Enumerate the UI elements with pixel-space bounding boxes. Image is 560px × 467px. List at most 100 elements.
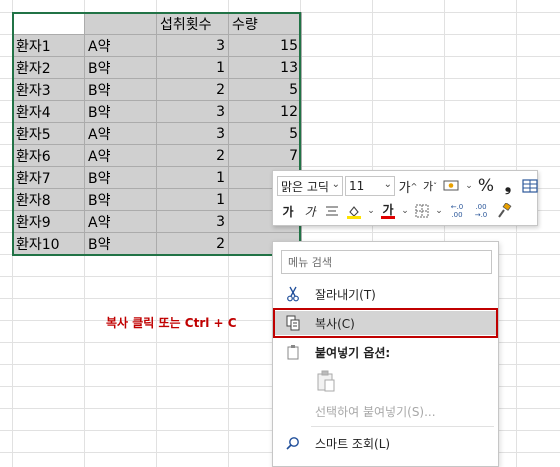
cell-drug[interactable]: B약	[84, 56, 157, 79]
header-cell-empty[interactable]	[12, 12, 85, 35]
table-header-row: 섭취횟수 수량	[12, 12, 302, 35]
paste-button[interactable]	[313, 368, 339, 394]
cell-quantity[interactable]: 5	[228, 78, 302, 101]
cell-drug[interactable]: B약	[84, 78, 157, 101]
menu-item-paste-special[interactable]: 선택하여 붙여넣기(S)...	[275, 399, 498, 423]
cell-drug[interactable]: A약	[84, 144, 157, 167]
cell-patient[interactable]: 환자7	[12, 166, 85, 189]
percent-style-button[interactable]: %	[475, 176, 497, 196]
cell-quantity[interactable]: 5	[228, 122, 302, 145]
menu-item-paste-options: 붙여넣기 옵션:	[275, 340, 498, 364]
cell-quantity[interactable]: 15	[228, 34, 302, 57]
menu-item-copy[interactable]: 복사(C)	[275, 311, 498, 335]
fill-color-button[interactable]	[343, 201, 365, 221]
cell-patient[interactable]: 환자6	[12, 144, 85, 167]
fill-color-swatch	[347, 216, 361, 219]
clipboard-paste-icon	[317, 370, 335, 392]
increase-decimal-button[interactable]: .00 →.0	[469, 201, 493, 221]
chevron-down-icon: ⌄	[331, 179, 340, 190]
italic-button[interactable]: 가	[299, 201, 321, 221]
cell-patient[interactable]: 환자3	[12, 78, 85, 101]
font-color-button[interactable]: 가	[377, 201, 399, 221]
accounting-format-button[interactable]	[441, 176, 463, 196]
menu-item-label: 선택하여 붙여넣기(S)...	[315, 404, 436, 419]
cell-drug[interactable]: B약	[84, 100, 157, 123]
cell-quantity[interactable]: 12	[228, 100, 302, 123]
table-row: 환자5 A약 3 5	[12, 122, 302, 145]
cell-intake[interactable]: 2	[156, 232, 229, 255]
font-size-combo[interactable]: 11 ⌄	[345, 176, 395, 196]
cell-quantity[interactable]: 7	[228, 144, 302, 167]
instruction-annotation: 복사 클릭 또는 Ctrl + C	[106, 316, 237, 330]
data-table: 섭취횟수 수량 환자1 A약 3 15 환자2 B약 1 13 환자3 B약 2…	[12, 12, 302, 255]
menu-item-label: 잘라내기(T)	[315, 287, 376, 302]
table-row: 환자2 B약 1 13	[12, 56, 302, 79]
cell-intake[interactable]: 3	[156, 122, 229, 145]
currency-icon	[443, 180, 459, 191]
borders-dropdown[interactable]: ⌄	[433, 201, 445, 221]
borders-button[interactable]	[411, 201, 433, 221]
cell-intake[interactable]: 2	[156, 144, 229, 167]
cell-intake[interactable]: 1	[156, 188, 229, 211]
font-size-value: 11	[349, 179, 365, 193]
comma-style-button[interactable]: ❟	[497, 176, 519, 196]
shrink-font-button[interactable]: 가ˇ	[419, 176, 441, 196]
menu-search-input[interactable]: 메뉴 검색	[281, 250, 492, 274]
magnifier-icon	[275, 431, 311, 455]
font-color-dropdown[interactable]: ⌄	[399, 201, 411, 221]
cell-quantity[interactable]: 13	[228, 56, 302, 79]
font-color-swatch	[381, 216, 395, 219]
cell-patient[interactable]: 환자5	[12, 122, 85, 145]
table-row: 환자4 B약 3 12	[12, 100, 302, 123]
cell-patient[interactable]: 환자8	[12, 188, 85, 211]
table-format-icon	[522, 179, 538, 193]
decrease-decimal-button[interactable]: ←.0 .00	[445, 201, 469, 221]
bold-button[interactable]: 가	[277, 201, 299, 221]
font-name-combo[interactable]: 맑은 고딕 ⌄	[277, 176, 343, 196]
format-as-table-button[interactable]	[519, 176, 541, 196]
menu-item-label: 스마트 조회(L)	[315, 436, 391, 451]
menu-item-cut[interactable]: 잘라내기(T)	[275, 282, 498, 306]
table-row: 환자10 B약 2	[12, 232, 302, 255]
cell-intake[interactable]: 1	[156, 166, 229, 189]
cell-intake[interactable]: 2	[156, 78, 229, 101]
copy-icon	[275, 311, 311, 335]
table-row: 환자9 A약 3	[12, 210, 302, 233]
cell-drug[interactable]: B약	[84, 232, 157, 255]
table-row: 환자1 A약 3 15	[12, 34, 302, 57]
cell-patient[interactable]: 환자4	[12, 100, 85, 123]
align-center-button[interactable]	[321, 201, 343, 221]
chevron-down-icon: ⌄	[383, 179, 392, 190]
align-center-icon	[326, 206, 338, 216]
scissors-icon	[275, 282, 311, 306]
header-cell-drug[interactable]	[84, 12, 157, 35]
cell-intake[interactable]: 1	[156, 56, 229, 79]
grow-font-button[interactable]: 가 ^	[397, 176, 419, 196]
cell-drug[interactable]: A약	[84, 34, 157, 57]
menu-search-placeholder: 메뉴 검색	[288, 256, 332, 269]
cell-intake[interactable]: 3	[156, 210, 229, 233]
cell-drug[interactable]: A약	[84, 210, 157, 233]
cell-intake[interactable]: 3	[156, 100, 229, 123]
blank-icon	[275, 399, 311, 423]
cell-drug[interactable]: A약	[84, 122, 157, 145]
cell-drug[interactable]: B약	[84, 166, 157, 189]
cell-drug[interactable]: B약	[84, 188, 157, 211]
menu-item-label: 복사(C)	[315, 316, 355, 331]
cell-patient[interactable]: 환자9	[12, 210, 85, 233]
fill-color-dropdown[interactable]: ⌄	[365, 201, 377, 221]
header-cell-intake-count[interactable]: 섭취횟수	[156, 12, 229, 35]
borders-icon	[415, 204, 429, 218]
cell-intake[interactable]: 3	[156, 34, 229, 57]
context-menu: 메뉴 검색 잘라내기(T) 복사(C) 붙여넣기 옵션: 선택하여 붙여넣기(S…	[272, 241, 499, 467]
cell-patient[interactable]: 환자2	[12, 56, 85, 79]
accounting-dropdown-button[interactable]: ⌄	[463, 176, 475, 196]
cell-patient[interactable]: 환자10	[12, 232, 85, 255]
header-cell-quantity[interactable]: 수량	[228, 12, 302, 35]
format-painter-button[interactable]	[493, 201, 515, 221]
menu-item-smart-lookup[interactable]: 스마트 조회(L)	[275, 431, 498, 455]
menu-item-label: 붙여넣기 옵션:	[315, 345, 391, 360]
font-name-value: 맑은 고딕	[281, 179, 329, 194]
cell-patient[interactable]: 환자1	[12, 34, 85, 57]
table-row: 환자7 B약 1	[12, 166, 302, 189]
